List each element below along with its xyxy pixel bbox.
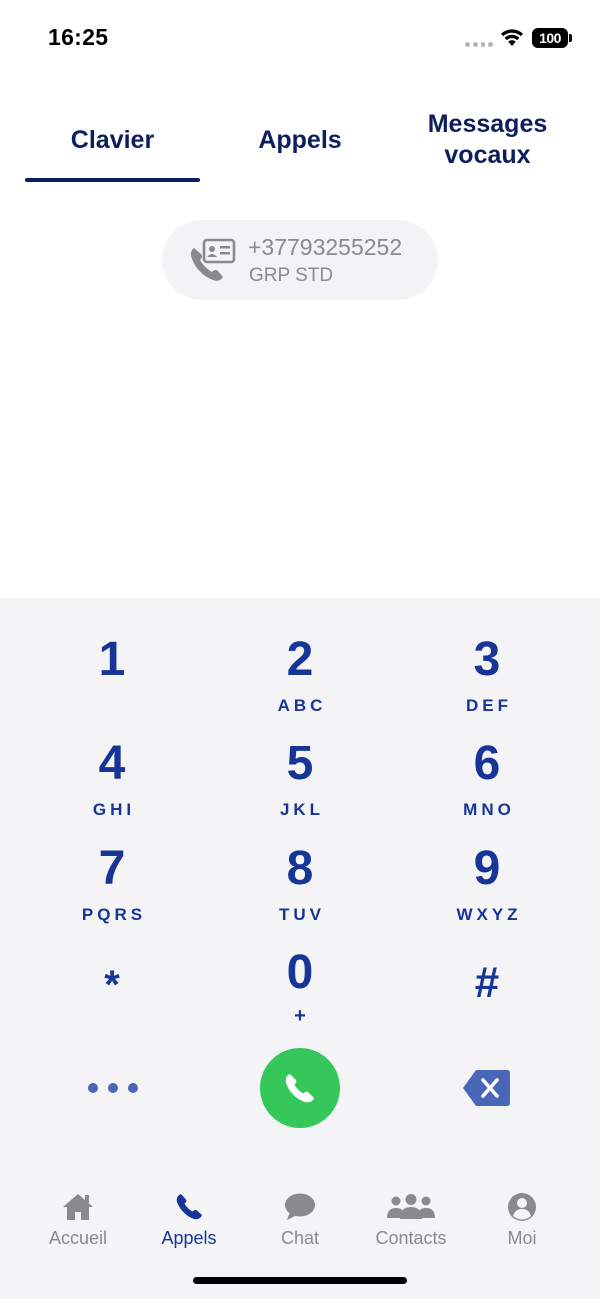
nav-label: Contacts: [375, 1228, 447, 1248]
key-9[interactable]: 9 WXYZ: [412, 839, 562, 939]
more-options-button[interactable]: [88, 1078, 138, 1098]
more-dots-icon: [88, 1083, 98, 1093]
nav-moi[interactable]: Moi: [467, 1192, 577, 1262]
signal-dots-icon: [465, 42, 493, 48]
tab-clavier[interactable]: Clavier: [25, 95, 200, 185]
key-letters: ABC: [277, 696, 327, 715]
nav-label: Accueil: [48, 1228, 108, 1248]
key-digit: 2: [286, 633, 314, 686]
key-digit: 0: [286, 946, 314, 999]
key-digit: 6: [473, 737, 501, 790]
key-5[interactable]: 5 JKL: [225, 734, 375, 834]
phone-icon: [176, 1194, 202, 1220]
phone-icon: [285, 1074, 314, 1103]
battery-level: 100: [532, 28, 568, 48]
key-letters: JKL: [279, 800, 325, 819]
key-letters: DEF: [466, 696, 512, 715]
key-letters: WXYZ: [456, 905, 522, 924]
phone-contact-card-icon: [190, 238, 236, 281]
status-time: 16:25: [48, 24, 109, 50]
chat-bubble-icon: [285, 1193, 315, 1220]
wifi-icon: [501, 29, 523, 46]
key-hash[interactable]: #: [412, 943, 562, 1043]
key-digit: 4: [98, 737, 126, 790]
home-icon: [63, 1194, 93, 1220]
call-button[interactable]: [260, 1048, 340, 1128]
caller-id-selector[interactable]: +37793255252 GRP STD: [162, 220, 438, 300]
key-digit: 3: [473, 633, 501, 686]
key-digit: 1: [98, 633, 126, 686]
battery-icon: 100: [532, 28, 572, 48]
key-digit: 9: [473, 842, 501, 895]
key-4[interactable]: 4 GHI: [37, 734, 187, 834]
key-letters: +: [294, 1005, 306, 1027]
caller-id-label: GRP STD: [249, 265, 334, 286]
key-8[interactable]: 8 TUV: [225, 839, 375, 939]
key-digit: 5: [286, 737, 314, 790]
user-circle-icon: [508, 1193, 536, 1221]
key-1[interactable]: 1: [37, 630, 187, 730]
active-tab-indicator: [25, 178, 200, 182]
key-digit: *: [104, 963, 120, 1007]
key-7[interactable]: 7 PQRS: [37, 839, 187, 939]
backspace-icon[interactable]: [462, 1068, 512, 1108]
key-letters: MNO: [463, 800, 515, 819]
bottom-navigation: Accueil Appels Chat Contacts Moi: [0, 1180, 600, 1299]
key-digit: #: [474, 958, 500, 1007]
nav-label: Chat: [280, 1228, 320, 1248]
nav-label: Appels: [161, 1228, 217, 1248]
more-dots-icon: [108, 1083, 118, 1093]
tab-bar: Clavier Appels Messages vocaux: [0, 95, 600, 185]
key-0[interactable]: 0 +: [225, 943, 375, 1043]
home-indicator[interactable]: [193, 1277, 407, 1284]
key-3[interactable]: 3 DEF: [412, 630, 562, 730]
key-letters: TUV: [279, 905, 325, 924]
caller-id-number: +37793255252: [248, 234, 403, 260]
key-star[interactable]: *: [37, 943, 187, 1043]
nav-accueil[interactable]: Accueil: [23, 1192, 133, 1262]
tab-messages-vocaux[interactable]: Messages vocaux: [400, 95, 575, 185]
more-dots-icon: [128, 1083, 138, 1093]
nav-label: Moi: [507, 1228, 537, 1248]
nav-appels[interactable]: Appels: [134, 1192, 244, 1262]
contacts-group-icon: [387, 1194, 435, 1219]
nav-contacts[interactable]: Contacts: [356, 1192, 466, 1262]
key-6[interactable]: 6 MNO: [412, 734, 562, 834]
dial-keypad: 1 2 ABC 3 DEF 4 GHI 5 JKL 6 MNO 7 PQRS 8…: [0, 598, 600, 1180]
key-letters: PQRS: [81, 905, 147, 924]
key-digit: 7: [98, 842, 126, 895]
status-bar: 16:25 100: [0, 0, 600, 80]
key-2[interactable]: 2 ABC: [225, 630, 375, 730]
nav-chat[interactable]: Chat: [245, 1192, 355, 1262]
key-digit: 8: [286, 842, 314, 895]
key-letters: GHI: [92, 800, 136, 819]
tab-appels[interactable]: Appels: [212, 95, 388, 185]
